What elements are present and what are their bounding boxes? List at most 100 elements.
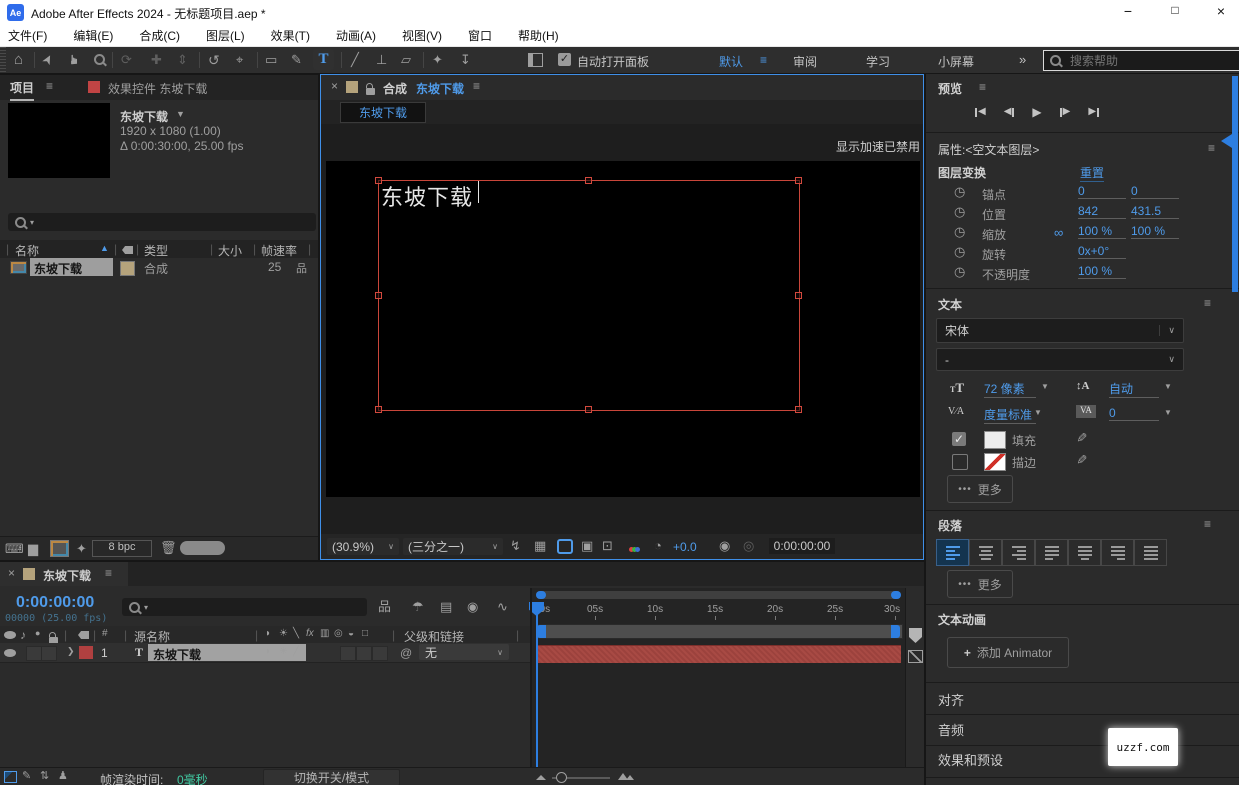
tab-project[interactable]: 项目 [10, 79, 34, 101]
layer-switch-cell[interactable] [340, 646, 356, 661]
selection-tool-icon[interactable]: ➤ [39, 52, 56, 68]
menu-edit[interactable]: 编辑(E) [60, 27, 126, 44]
align-center-button[interactable] [969, 539, 1002, 566]
stroke-eyedropper-icon[interactable]: ✎ [1075, 454, 1088, 465]
threed-switch-icon[interactable]: □ [362, 628, 368, 639]
stroke-checkbox[interactable] [952, 454, 968, 470]
sort-ascending-icon[interactable]: ▲ [100, 243, 109, 253]
layer-row[interactable]: ❯ 1 T 东坡下载 ◗ ☀ ╱ @ 无 ∨ [0, 643, 530, 663]
work-area-bar[interactable] [536, 624, 903, 639]
frame-blend-switch-icon[interactable]: ╲ [293, 628, 299, 639]
color-depth-button[interactable]: 8 bpc [92, 540, 152, 557]
property-label[interactable]: 位置 [982, 206, 1006, 223]
rotation-tool-icon[interactable]: ↺ [208, 53, 220, 67]
zoom-in-mountain-icon[interactable] [626, 775, 634, 780]
canvas-text[interactable]: 东坡下载 [381, 180, 473, 212]
project-search-box[interactable]: ▾ [8, 213, 316, 231]
menu-animation[interactable]: 动画(A) [323, 27, 389, 44]
layer-audio-cell[interactable] [26, 646, 42, 661]
timeline-nav-bar[interactable] [536, 591, 901, 599]
justify-last-left-button[interactable] [1035, 539, 1068, 566]
snapshot-pen-icon[interactable]: ✎ [22, 771, 31, 782]
workspace-tab-learn[interactable]: 学习 [866, 53, 890, 70]
stopwatch-icon[interactable]: ◷ [954, 185, 965, 198]
timeline-search-box[interactable]: ▾ [122, 598, 367, 616]
camera-track-tool-icon[interactable]: ⌖ [236, 53, 243, 66]
timeline-tab-name[interactable]: 东坡下载 [43, 567, 91, 584]
menu-file[interactable]: 文件(F) [8, 27, 60, 44]
justify-last-center-button[interactable] [1068, 539, 1101, 566]
composition-panel-menu-icon[interactable]: ≡ [473, 79, 480, 93]
index-column[interactable]: # [102, 628, 108, 639]
project-item-name-arrow-icon[interactable]: ▼ [176, 109, 185, 119]
magnification-dropdown[interactable]: (30.9%)∨ [327, 538, 399, 555]
align-left-button[interactable] [936, 539, 969, 566]
bbox-handle[interactable] [795, 292, 802, 299]
menu-help[interactable]: 帮助(H) [505, 27, 572, 44]
link-scale-icon[interactable]: ∞ [1054, 225, 1063, 240]
bbox-handle[interactable] [795, 406, 802, 413]
justify-last-right-button[interactable] [1101, 539, 1134, 566]
position-y-value[interactable]: 431.5 [1131, 204, 1179, 219]
workspace-tab-small-screen[interactable]: 小屏幕 [938, 53, 974, 70]
close-panel-icon[interactable]: × [331, 79, 338, 93]
animator-person-icon[interactable]: ♟ [58, 771, 68, 782]
project-row-name[interactable]: 东坡下载 [34, 260, 82, 277]
menu-view[interactable]: 视图(V) [389, 27, 455, 44]
property-label[interactable]: 锚点 [982, 186, 1006, 203]
fast-preview-icon[interactable]: ↯ [510, 539, 521, 552]
label-column-tag-icon[interactable] [122, 246, 133, 254]
lock-icon[interactable] [366, 88, 375, 95]
composition-mini-tab[interactable]: 东坡下载 [340, 102, 426, 123]
hand-tool-icon[interactable]: ☛ [67, 54, 80, 66]
play-button[interactable]: ▶ [1032, 106, 1041, 118]
layer-visibility-eye-icon[interactable] [4, 649, 16, 657]
effects-presets-panel-title[interactable]: 效果和预设 [938, 750, 1003, 769]
transparency-grid-icon[interactable]: ▦ [534, 539, 546, 552]
dropdown-arrow-icon[interactable]: ▼ [1041, 382, 1049, 391]
bbox-handle[interactable] [375, 292, 382, 299]
property-label[interactable]: 不透明度 [982, 266, 1030, 283]
property-label[interactable]: 旋转 [982, 246, 1006, 263]
scale-y-value[interactable]: 100 % [1131, 224, 1179, 239]
effects-switch-icon[interactable]: ☀ [279, 628, 288, 639]
right-scrollbar[interactable] [1232, 76, 1238, 292]
next-frame-button[interactable]: ▶ [1060, 106, 1071, 118]
bbox-handle[interactable] [585, 406, 592, 413]
stopwatch-icon[interactable]: ◷ [954, 245, 965, 258]
workspace-tab-review[interactable]: 审阅 [793, 53, 817, 70]
tracking-value[interactable]: 0 [1109, 406, 1159, 421]
channel-icon[interactable] [629, 541, 640, 555]
frame-blending-icon[interactable]: ▤ [440, 600, 452, 613]
dolly-camera-tool-icon[interactable]: ⇕ [177, 53, 188, 66]
text-panel-menu-icon[interactable]: ≡ [1204, 296, 1211, 310]
dropdown-arrow-icon[interactable]: ▼ [1164, 408, 1172, 417]
text-layer-bounding-box[interactable] [378, 180, 800, 411]
layer-color-swatch[interactable] [79, 646, 93, 659]
dropdown-arrow-icon[interactable]: ▼ [1034, 408, 1042, 417]
font-style-select[interactable]: - ∨ [936, 348, 1184, 371]
shy-switch-icon[interactable]: ◒ [348, 628, 354, 639]
layer-expander-icon[interactable]: ❯ [67, 646, 75, 657]
work-area-end-handle[interactable] [891, 625, 900, 638]
live-update-icon[interactable] [4, 771, 17, 783]
pen-tool-icon[interactable]: ✎ [291, 53, 302, 66]
text-more-button[interactable]: ••• 更多 [947, 475, 1013, 503]
last-frame-button[interactable]: ▶ [1088, 106, 1099, 118]
roto-brush-tool-icon[interactable]: ✦ [432, 53, 443, 66]
type-tool-button[interactable]: T [313, 49, 334, 70]
workspace-tab-default[interactable]: 默认 [719, 53, 743, 70]
anchor-y-value[interactable]: 0 [1131, 184, 1179, 199]
clone-stamp-tool-icon[interactable]: ⊥ [376, 53, 387, 66]
paragraph-more-button[interactable]: ••• 更多 [947, 570, 1013, 598]
motion-blur-switch-icon[interactable]: ◎ [334, 628, 343, 639]
column-name[interactable]: 名称 [15, 242, 39, 259]
close-panel-icon[interactable]: × [8, 566, 15, 580]
workspace-overflow-icon[interactable]: » [1019, 52, 1026, 67]
composition-tab-name[interactable]: 东坡下载 [416, 80, 464, 97]
mask-visibility-icon[interactable] [557, 539, 573, 554]
scale-x-value[interactable]: 100 % [1078, 224, 1126, 239]
trash-icon[interactable]: 🗑 [160, 541, 177, 554]
reset-link[interactable]: 重置 [1080, 164, 1104, 182]
close-button[interactable]: × [1206, 3, 1236, 19]
